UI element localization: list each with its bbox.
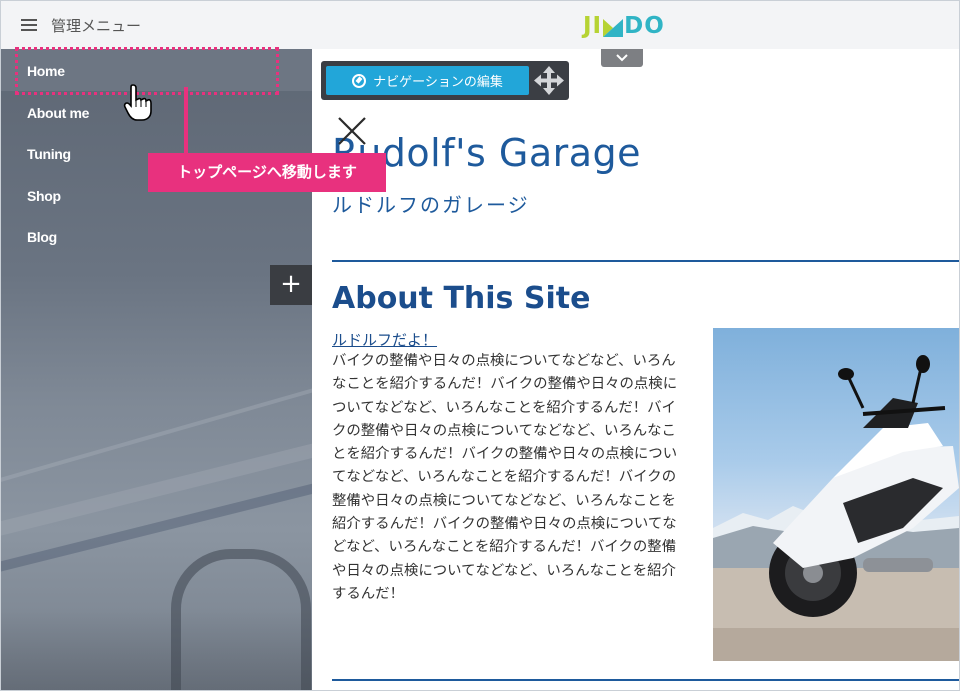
navigation-edit-toolbar: ナビゲーションの編集	[321, 61, 569, 100]
page-content: Rudolf's Garage ルドルフのガレージ About This Sit…	[312, 49, 959, 690]
article-link[interactable]: ルドルフだよ！	[332, 329, 437, 350]
chevron-down-icon	[616, 54, 628, 62]
admin-menu-button[interactable]: 管理メニュー	[21, 13, 141, 37]
admin-top-bar: 管理メニュー JI DO	[1, 1, 959, 50]
close-icon[interactable]	[336, 115, 368, 147]
jimdo-logo[interactable]: JI DO	[583, 13, 665, 39]
sidebar-item-blog[interactable]: Blog	[27, 229, 57, 245]
sidebar-item-about-me[interactable]: About me	[27, 105, 89, 121]
article-body[interactable]: バイクの整備や日々の点検についてなどなど、いろんなことを紹介するんだ！バイクの整…	[332, 350, 688, 606]
hand-cursor-icon	[123, 84, 152, 121]
bottom-divider	[332, 679, 959, 681]
edit-navigation-button[interactable]: ナビゲーションの編集	[326, 66, 529, 95]
plus-icon: +	[280, 269, 302, 299]
admin-menu-label: 管理メニュー	[51, 16, 142, 35]
browser-frame: 管理メニュー JI DO Rudolf's Garage ルドルフのガレージ A…	[0, 0, 960, 691]
collapse-toggle[interactable]	[601, 49, 643, 67]
motorcycle-illustration	[713, 355, 959, 661]
sidebar-item-shop[interactable]: Shop	[27, 188, 61, 204]
move-icon[interactable]	[534, 66, 564, 95]
add-nav-item-button[interactable]: +	[270, 265, 312, 305]
edit-navigation-label: ナビゲーションの編集	[373, 75, 503, 90]
logo-m-mark	[603, 17, 624, 37]
motorcycle-photo[interactable]	[713, 328, 959, 661]
divider	[332, 260, 959, 262]
callout-line	[184, 87, 188, 153]
hamburger-icon	[21, 19, 37, 31]
site-subtitle[interactable]: ルドルフのガレージ	[332, 189, 530, 218]
sidebar-item-tuning[interactable]: Tuning	[27, 146, 71, 162]
compass-icon	[352, 73, 367, 88]
callout-tooltip: トップページへ移動します	[148, 153, 386, 192]
sidebar-navigation: Home About me Tuning Shop Blog +	[1, 49, 312, 690]
section-heading[interactable]: About This Site	[332, 281, 590, 316]
